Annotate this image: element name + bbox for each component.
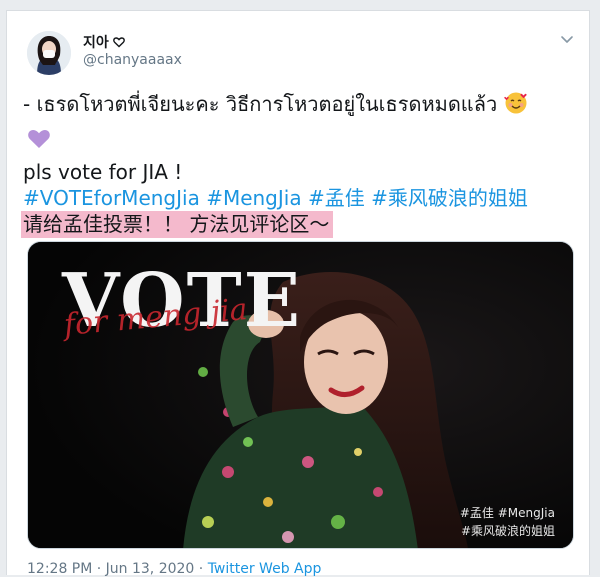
- media-hashtag-2: #乘风破浪的姐姐: [460, 524, 555, 538]
- hashtag-line: #VOTEforMengJia #MengJia #孟佳 #乘风破浪的姐姐: [23, 185, 528, 211]
- smiling-face-with-hearts-icon: [503, 92, 527, 114]
- tweet-card: 지아 @chanyaaaax - เธรดโหวตพี่เจียนะคะ วิธ…: [6, 10, 590, 577]
- user-handle[interactable]: @chanyaaaax: [83, 52, 182, 68]
- highlighted-text: 请给孟佳投票！！ 方法见评论区～: [21, 211, 334, 238]
- white-heart-icon: [112, 37, 125, 48]
- avatar[interactable]: [27, 31, 71, 75]
- tweet-line-chinese: 请给孟佳投票！！ 方法见评论区～: [21, 211, 334, 238]
- tweet-line-thai: - เธรดโหวตพี่เจียนะคะ วิธีการโหวตอยู่ในเ…: [23, 91, 528, 117]
- hashtag-mengjia-chinese[interactable]: #孟佳: [308, 186, 365, 210]
- media-hashtag-1: #孟佳 #MengJia: [459, 506, 555, 520]
- display-name-text: 지아: [83, 35, 109, 51]
- hashtag-mengjia[interactable]: #MengJia: [206, 186, 301, 210]
- tweet-line-english: pls vote for JIA !: [23, 160, 183, 184]
- tweet-media-image[interactable]: VOTE for meng jia #孟佳 #MengJia #乘风破浪的姐姐: [27, 241, 574, 549]
- thai-text: - เธรดโหวตพี่เจียนะคะ วิธีการโหวตอยู่ในเ…: [23, 92, 498, 116]
- hashtag-voteformengjia[interactable]: #VOTEforMengJia: [23, 186, 200, 210]
- hashtag-sisters-show[interactable]: #乘风破浪的姐姐: [371, 186, 528, 210]
- display-name[interactable]: 지아: [83, 32, 125, 52]
- chevron-down-icon[interactable]: [559, 31, 575, 47]
- purple-heart-icon: [28, 130, 50, 148]
